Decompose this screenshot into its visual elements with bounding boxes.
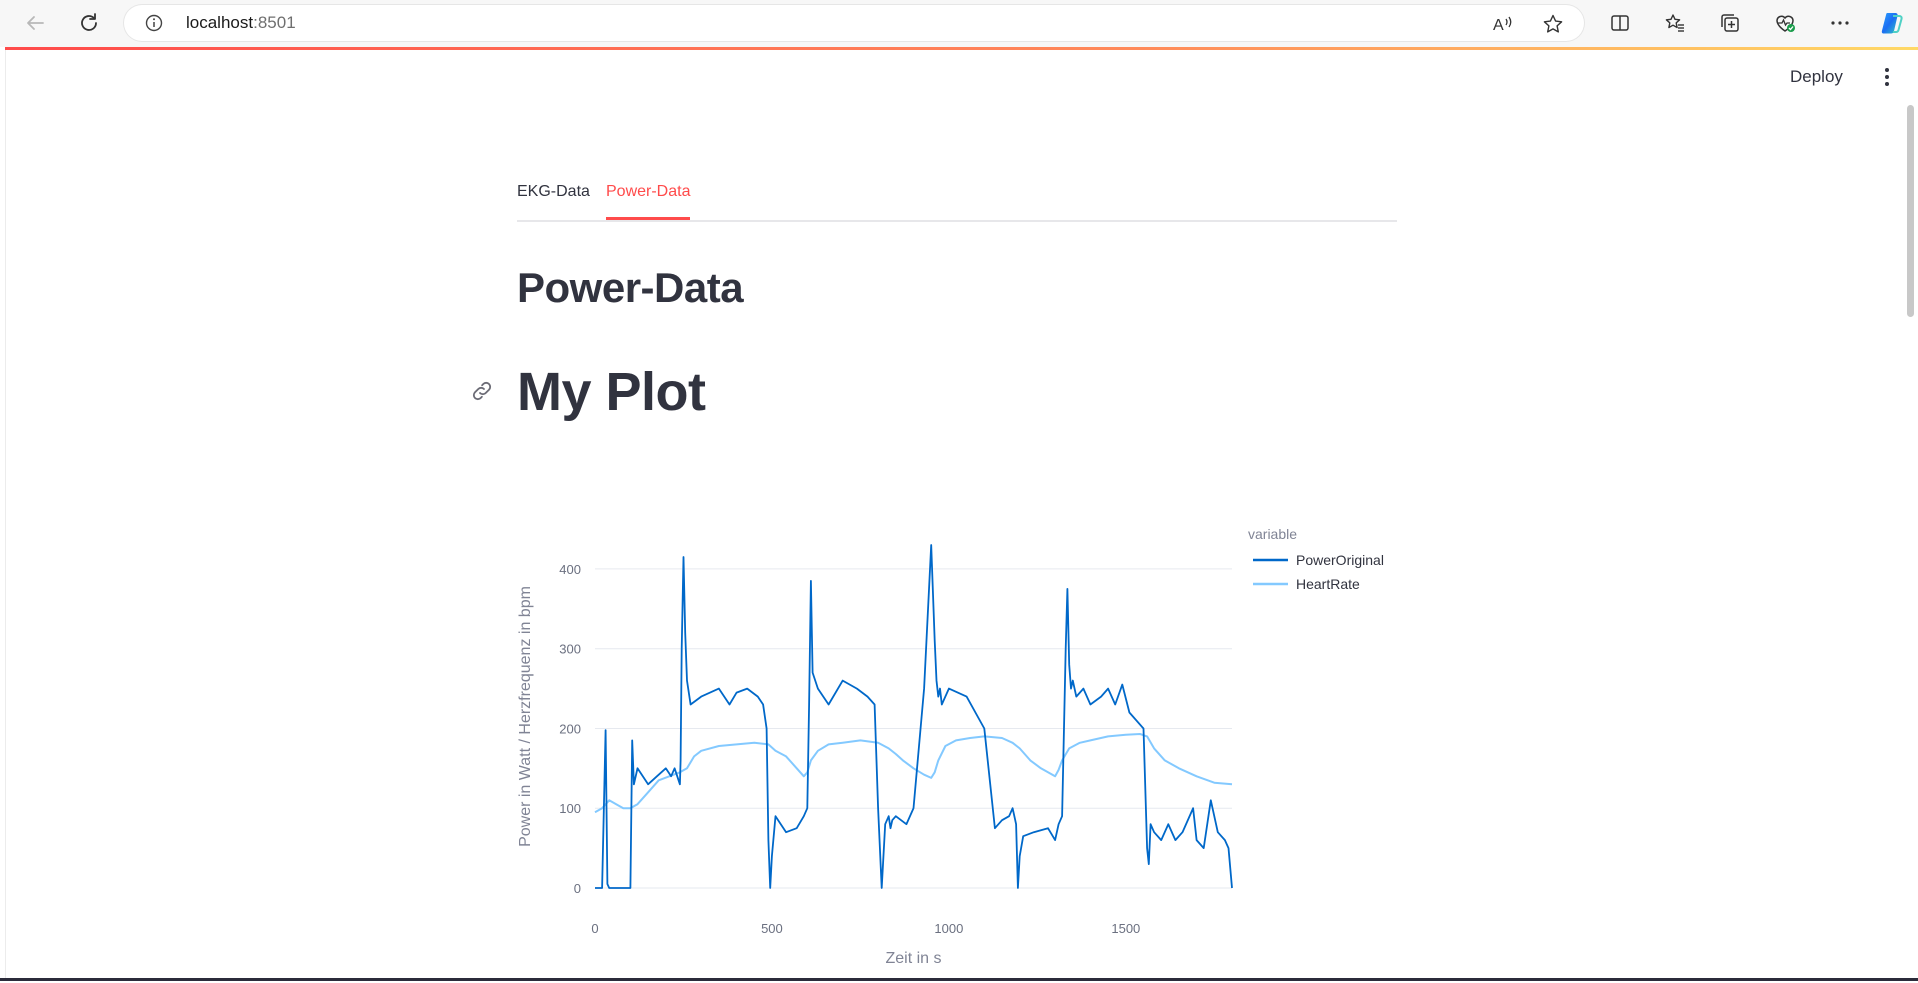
- y-tick-label: 200: [559, 721, 581, 736]
- page-subheader: Power-Data: [517, 264, 744, 311]
- address-bar[interactable]: localhost:8501 A: [124, 5, 1584, 41]
- scrollbar-thumb[interactable]: [1907, 105, 1914, 317]
- series-line-poweroriginal: [595, 544, 1233, 889]
- grid-lines: [595, 568, 1232, 889]
- x-tick-label: 1500: [1111, 921, 1140, 936]
- legend-label-heartrate: HeartRate: [1296, 576, 1360, 592]
- menu-dot: [1885, 75, 1889, 79]
- url-text[interactable]: localhost:8501: [186, 14, 296, 32]
- tab-ekg-data[interactable]: EKG-Data: [517, 182, 590, 217]
- y-tick-label: 0: [574, 881, 581, 896]
- x-tick-label: 0: [591, 921, 598, 936]
- main-menu-button[interactable]: [1877, 62, 1897, 92]
- y-tick-label: 300: [559, 642, 581, 657]
- link-icon[interactable]: [470, 379, 494, 403]
- y-tick-label: 400: [559, 562, 581, 577]
- tab-list: EKG-Data Power-Data: [517, 178, 1397, 222]
- x-axis-title: Zeit in s: [885, 950, 941, 967]
- svg-text:A: A: [1493, 17, 1504, 34]
- browser-toolbar: localhost:8501 A: [0, 0, 1918, 47]
- y-tick-label: 100: [559, 801, 581, 816]
- deploy-button[interactable]: Deploy: [1790, 62, 1843, 92]
- plotly-chart[interactable]: 0 100 200 300 400 0 500 1000 1500 Zeit in s Powe…: [510, 515, 1410, 978]
- menu-dot: [1885, 82, 1889, 86]
- x-tick-label: 500: [761, 921, 783, 936]
- url-host: localhost: [186, 13, 254, 32]
- axis-labels: 0 100 200 300 400 0 500 1000 1500: [559, 562, 1140, 936]
- read-aloud-icon[interactable]: A: [1492, 13, 1514, 35]
- legend: variable PowerOriginal HeartRate: [1248, 526, 1384, 592]
- menu-dot: [1885, 68, 1889, 72]
- legend-title: variable: [1248, 526, 1297, 542]
- split-screen-icon[interactable]: [1606, 9, 1634, 37]
- series-lines: [594, 544, 1233, 889]
- tab-power-data[interactable]: Power-Data: [606, 182, 691, 220]
- browser-essentials-icon[interactable]: [1771, 9, 1799, 37]
- x-tick-label: 1000: [934, 921, 963, 936]
- more-options-icon[interactable]: [1826, 9, 1854, 37]
- back-arrow-icon[interactable]: [20, 8, 50, 38]
- collections-icon[interactable]: [1716, 9, 1744, 37]
- site-info-icon[interactable]: [145, 14, 163, 32]
- page-title: My Plot: [517, 362, 706, 422]
- favorite-star-icon[interactable]: [1542, 13, 1564, 35]
- chart-svg: 0 100 200 300 400 0 500 1000 1500 Zeit in s Powe…: [517, 526, 1384, 967]
- url-port: :8501: [253, 13, 296, 32]
- favorites-icon[interactable]: [1661, 9, 1689, 37]
- y-axis-title: Power in Watt / Herzfrequenz in bpm: [517, 586, 534, 847]
- copilot-icon[interactable]: [1878, 9, 1906, 37]
- legend-label-poweroriginal: PowerOriginal: [1296, 552, 1384, 568]
- refresh-icon[interactable]: [74, 8, 104, 38]
